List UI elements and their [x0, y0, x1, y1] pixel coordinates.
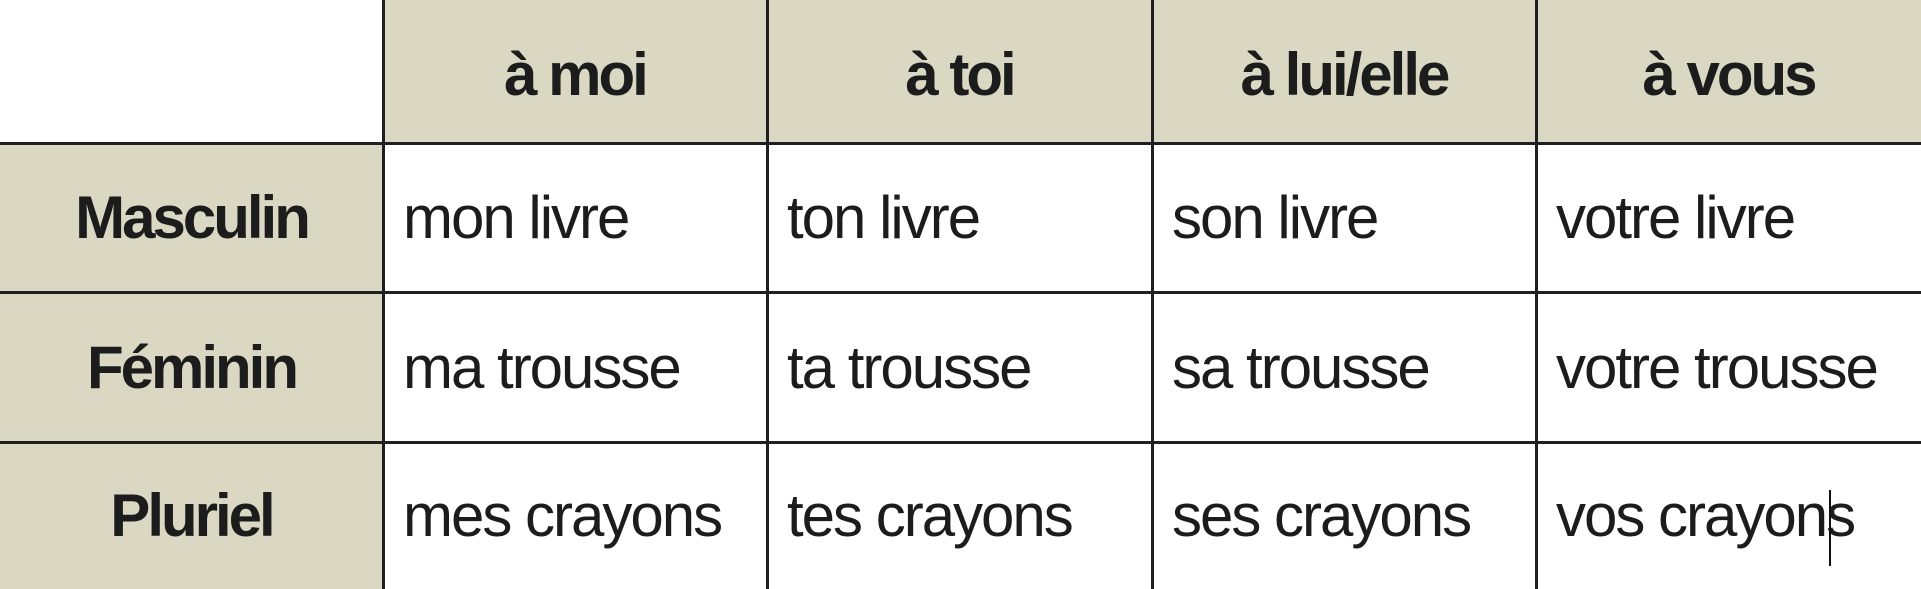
table-cell: mon livre: [383, 143, 767, 292]
table-cell: votre livre: [1536, 143, 1921, 292]
column-header-a-toi: à toi: [767, 0, 1152, 143]
table-cell: son livre: [1152, 143, 1536, 292]
grid-line-horizontal: [0, 441, 1921, 444]
row-header-masculin: Masculin: [0, 143, 383, 292]
table-cell: sa trousse: [1152, 292, 1536, 442]
table-cell: ma trousse: [383, 292, 767, 442]
table-cell: ses crayons: [1152, 442, 1536, 589]
row-header-feminin: Féminin: [0, 292, 383, 442]
grid-line-vertical: [1535, 0, 1538, 589]
table-cell: ta trousse: [767, 292, 1152, 442]
table-corner-empty: [0, 0, 383, 143]
table-cell: ton livre: [767, 143, 1152, 292]
table-cell: mes crayons: [383, 442, 767, 589]
grid-line-vertical: [382, 0, 385, 589]
table-cell: tes crayons: [767, 442, 1152, 589]
grid-line-vertical: [766, 0, 769, 589]
row-header-pluriel: Pluriel: [0, 442, 383, 589]
grid-line-horizontal: [0, 142, 1921, 145]
text-cursor: [1829, 490, 1831, 566]
grid-line-horizontal: [0, 291, 1921, 294]
column-header-a-moi: à moi: [383, 0, 767, 143]
column-header-a-vous: à vous: [1536, 0, 1921, 143]
possessive-adjectives-table: à moi à toi à lui/elle à vous Masculin m…: [0, 0, 1921, 589]
column-header-a-lui-elle: à lui/elle: [1152, 0, 1536, 143]
grid-line-vertical: [1151, 0, 1154, 589]
table-cell-editing[interactable]: vos crayons: [1536, 442, 1921, 589]
table-cell: votre trousse: [1536, 292, 1921, 442]
